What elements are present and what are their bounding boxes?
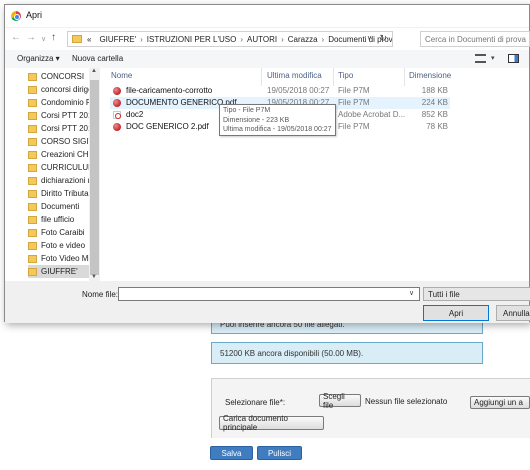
breadcrumb-separator-icon[interactable]: › — [140, 35, 143, 44]
breadcrumb-item[interactable]: Carazza — [288, 35, 318, 44]
dialog-content: CONCORSI concorsi dirigen Condominio Par… — [5, 68, 529, 281]
space-available-text: 51200 KB ancora disponibili (50.00 MB). — [220, 348, 364, 358]
folder-icon — [72, 35, 82, 43]
folder-icon — [28, 124, 37, 133]
tree-scrollbar-thumb[interactable] — [90, 80, 99, 275]
pdf-icon — [113, 111, 121, 119]
clear-button[interactable]: Pulisci — [257, 446, 302, 460]
scroll-down-icon[interactable]: ▼ — [91, 274, 97, 280]
breadcrumb-item[interactable]: GIUFFRE' — [99, 35, 136, 44]
file-name: doc2 — [126, 110, 144, 119]
file-row[interactable]: file-caricamento-corrotto 19/05/2018 00:… — [110, 85, 450, 97]
tree-item-label: CONCORSI — [41, 72, 85, 81]
filetype-select[interactable]: Tutti i file — [423, 287, 530, 301]
p7m-seal-icon — [113, 123, 121, 131]
tree-item-label: CORSO SIGIT — [41, 137, 94, 146]
view-dropdown-icon[interactable]: ▾ — [491, 54, 495, 62]
breadcrumb-item[interactable]: ISTRUZIONI PER L'USO — [147, 35, 237, 44]
navigation-bar: ← → ∨ ↑ « GIUFFRE' › ISTRUZIONI PER L'US… — [5, 28, 530, 50]
forward-arrow-icon[interactable]: → — [26, 32, 36, 43]
breadcrumb-separator-icon[interactable]: › — [281, 35, 284, 44]
filename-input[interactable] — [118, 287, 420, 301]
address-dropdown-icon[interactable]: ∨ — [367, 34, 372, 42]
breadcrumb-prefix[interactable]: « — [87, 35, 91, 44]
folder-icon — [28, 267, 37, 276]
view-options-icon[interactable] — [475, 54, 486, 63]
folder-icon — [28, 85, 37, 94]
folder-icon — [28, 189, 37, 198]
folder-icon — [28, 228, 37, 237]
select-files-label: Selezionare file*: — [225, 398, 286, 407]
file-type: File P7M — [338, 86, 370, 95]
filename-label: Nome file: — [82, 290, 119, 299]
file-type: Adobe Acrobat D... — [338, 110, 406, 119]
tree-item-label: GIUFFRE' — [41, 267, 78, 276]
dialog-footer: Nome file: ∨ Tutti i file Apri Annulla — [5, 281, 530, 323]
tooltip-size: Dimensione - 223 KB — [223, 116, 290, 124]
dialog-toolbar: Organizza ▾ Nuova cartella ▾ — [5, 50, 529, 68]
p7m-seal-icon — [113, 87, 121, 95]
folder-icon — [28, 98, 37, 107]
preview-pane-icon[interactable] — [508, 54, 519, 63]
file-size: 852 KB — [421, 110, 448, 119]
dialog-titlebar: Apri — [5, 5, 529, 27]
folder-icon — [28, 176, 37, 185]
folder-icon — [28, 202, 37, 211]
choose-file-button[interactable]: Scegli file — [319, 392, 361, 410]
file-name: DOC GENERICO 2.pdf — [126, 122, 209, 131]
tree-item-label: Foto e video — [41, 241, 86, 250]
open-file-dialog: Apri ← → ∨ ↑ « GIUFFRE' › ISTRUZIONI PER… — [4, 4, 530, 323]
column-header-name[interactable]: Nome — [111, 71, 132, 80]
file-list: Nome Ultima modifica Tipo Dimensione fil… — [101, 68, 529, 281]
tooltip-type: Tipo - File P7M — [223, 107, 271, 114]
folder-icon — [28, 137, 37, 146]
organize-menu[interactable]: Organizza ▾ — [17, 54, 60, 63]
save-button[interactable]: Salva — [210, 446, 253, 460]
filename-dropdown-icon[interactable]: ∨ — [409, 289, 414, 297]
space-available-info: 51200 KB ancora disponibili (50.00 MB). — [211, 342, 483, 364]
column-header-modified[interactable]: Ultima modifica — [267, 71, 322, 80]
folder-icon — [28, 111, 37, 120]
file-type: File P7M — [338, 98, 370, 107]
breadcrumb-item[interactable]: AUTORI — [247, 35, 277, 44]
open-button[interactable]: Apri — [423, 305, 489, 321]
folder-icon — [28, 163, 37, 172]
folder-icon — [28, 72, 37, 81]
scroll-up-icon[interactable]: ▲ — [91, 68, 97, 74]
folder-icon — [28, 241, 37, 250]
file-size: 188 KB — [421, 86, 448, 95]
cancel-button[interactable]: Annulla — [496, 305, 530, 321]
up-arrow-icon[interactable]: ↑ — [51, 32, 56, 43]
folder-icon — [28, 254, 37, 263]
column-header-type[interactable]: Tipo — [338, 71, 353, 80]
p7m-seal-icon — [113, 99, 121, 107]
tree-item-label: file ufficio — [41, 215, 75, 224]
breadcrumb-separator-icon[interactable]: › — [240, 35, 243, 44]
back-arrow-icon[interactable]: ← — [11, 32, 21, 43]
file-type: File P7M — [338, 122, 370, 131]
file-size: 78 KB — [426, 122, 448, 131]
tooltip-modified: Ultima modifica - 19/05/2018 00:27 — [223, 126, 332, 133]
add-attachment-button[interactable]: Aggiungi un a — [470, 396, 530, 409]
dialog-title: Apri — [26, 10, 43, 20]
file-size: 224 KB — [421, 98, 448, 107]
chrome-icon — [11, 11, 21, 21]
folder-icon — [28, 215, 37, 224]
no-file-selected-text: Nessun file selezionato — [365, 397, 448, 406]
new-folder-button[interactable]: Nuova cartella — [72, 54, 123, 63]
recent-locations-chevron-icon[interactable]: ∨ — [41, 35, 46, 43]
file-name: file-caricamento-corrotto — [126, 86, 213, 95]
tree-item-label: Foto Caraibi — [41, 228, 85, 237]
breadcrumb-separator-icon[interactable]: › — [322, 35, 325, 44]
tree-item-label: Documenti — [41, 202, 80, 211]
address-bar[interactable]: « GIUFFRE' › ISTRUZIONI PER L'USO › AUTO… — [67, 31, 393, 47]
file-modified: 19/05/2018 00:27 — [267, 86, 330, 95]
folder-icon — [28, 150, 37, 159]
upload-main-document-button[interactable]: Carica documento principale — [219, 414, 324, 432]
folder-tree: CONCORSI concorsi dirigen Condominio Par… — [5, 68, 101, 281]
search-input[interactable]: Cerca in Documenti di prova — [420, 31, 530, 47]
column-header-size[interactable]: Dimensione — [409, 71, 451, 80]
file-tooltip: Tipo - File P7M Dimensione - 223 KB Ulti… — [219, 104, 336, 136]
refresh-icon[interactable]: ↻ — [379, 33, 387, 44]
